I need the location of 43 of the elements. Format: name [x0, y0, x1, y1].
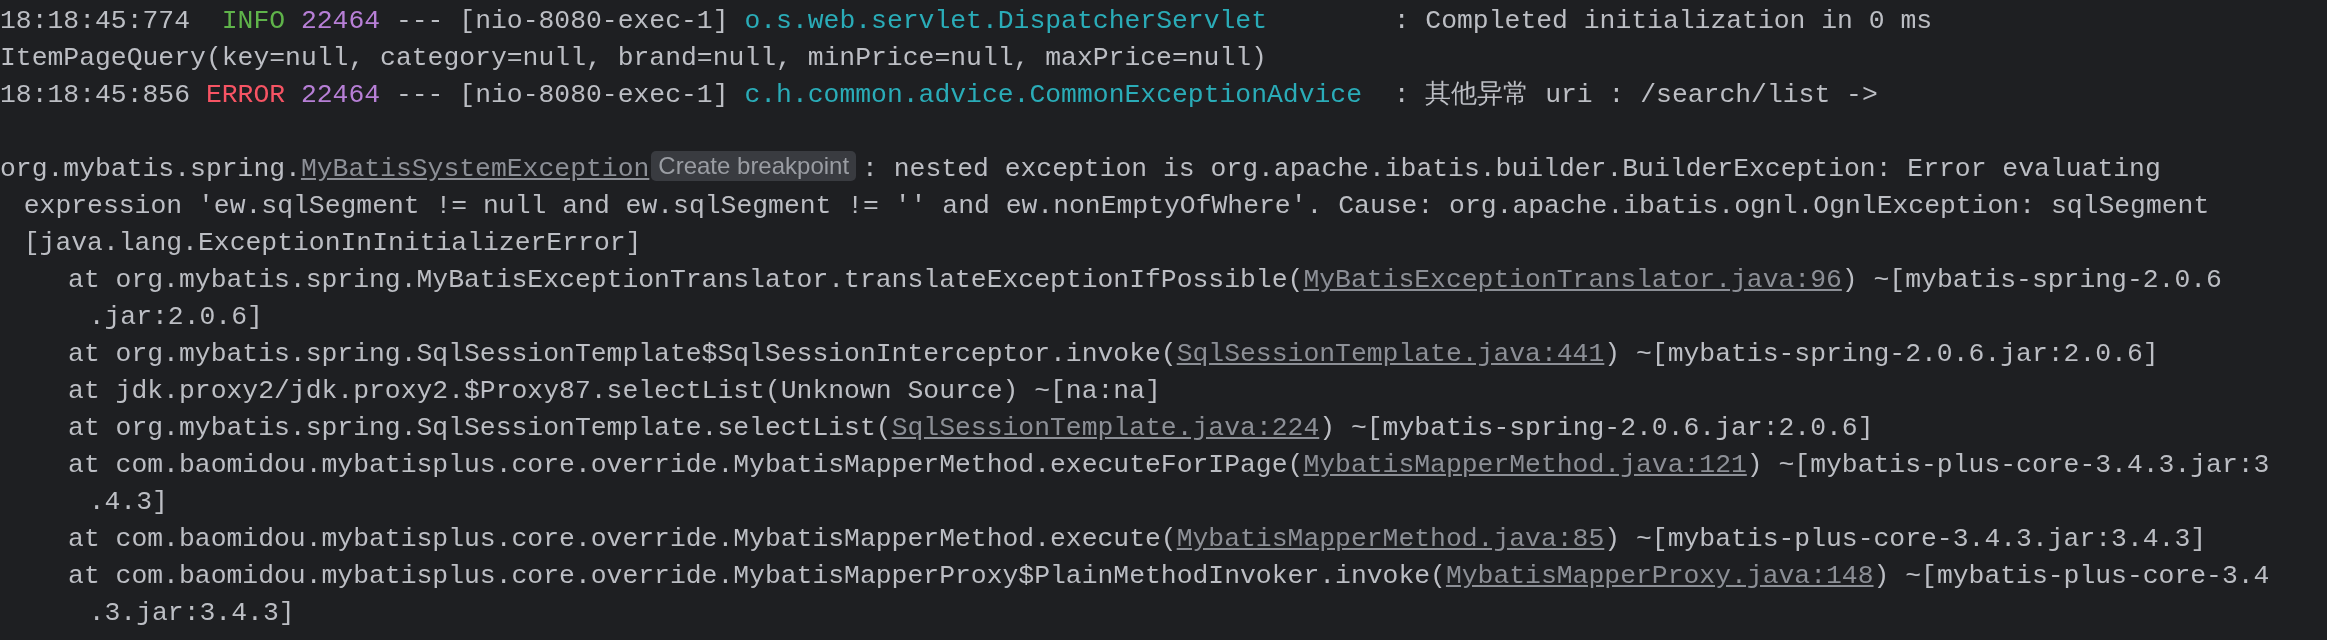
log-text: at com.baomidou.mybatisplus.core.override.MybatisMapperProxy$PlainMethodInvoker.invoke(: [68, 561, 1446, 591]
source-link[interactable]: MyBatisSystemException: [300, 154, 650, 184]
log-text: .jar:2.0.6]: [88, 302, 263, 332]
log-text: ) ~[mybatis-spring-2.0.6.jar:2.0.6]: [1604, 339, 2159, 369]
logger-name: c.h.common.advice.CommonExceptionAdvice: [744, 79, 1364, 112]
thread-name: [nio-8080-exec-1]: [459, 80, 729, 110]
process-id: 22464: [300, 6, 381, 36]
log-level: ERROR: [205, 79, 286, 112]
source-link[interactable]: MybatisMapperProxy.java:148: [1445, 561, 1874, 591]
log-text: at org.mybatis.spring.SqlSessionTemplate$SqlSessionInterceptor.invoke(: [68, 339, 1177, 369]
log-separator: ---: [395, 80, 444, 110]
log-text: ) ~[mybatis-plus-core-3.4: [1873, 561, 2270, 591]
log-text: at com.baomidou.mybatisplus.core.override.MybatisMapperMethod.executeForIPage(: [68, 450, 1304, 480]
log-text: [java.lang.ExceptionInInitializerError]: [23, 228, 642, 258]
source-link[interactable]: MyBatisExceptionTranslator.java:96: [1303, 265, 1842, 295]
log-text: ) ~[mybatis-plus-core-3.4.3.jar:3.4.3]: [1604, 524, 2207, 554]
log-timestamp: 18:18:45:774: [0, 6, 191, 36]
create-breakpoint-button[interactable]: Create breakpoint: [651, 151, 857, 181]
log-text: org.mybatis.spring.: [0, 154, 301, 184]
log-text: ) ~[mybatis-spring-2.0.6: [1841, 265, 2222, 295]
log-timestamp: 18:18:45:856: [0, 80, 191, 110]
log-text: ItemPageQuery(key=null, category=null, brand=null, minPrice=null, maxPrice=null): [0, 43, 1267, 73]
log-text: at com.baomidou.mybatisplus.core.override.MybatisMapperMethod.execute(: [68, 524, 1177, 554]
thread-name: [nio-8080-exec-1]: [459, 6, 729, 36]
log-text: : nested exception is org.apache.ibatis.builder.BuilderException: Error evaluating: [862, 154, 2161, 184]
log-text: ) ~[mybatis-spring-2.0.6.jar:2.0.6]: [1319, 413, 1874, 443]
source-link[interactable]: SqlSessionTemplate.java:224: [891, 413, 1320, 443]
log-text: ) ~[mybatis-plus-core-3.4.3.jar:3: [1746, 450, 2270, 480]
source-link[interactable]: MybatisMapperMethod.java:85: [1176, 524, 1605, 554]
log-text: at org.mybatis.spring.MyBatisExceptionTranslator.translateExceptionIfPossible(: [68, 265, 1304, 295]
logger-name: o.s.web.servlet.DispatcherServlet: [744, 5, 1268, 38]
log-text: at jdk.proxy2/jdk.proxy2.$Proxy87.selectList(Unknown Source) ~[na:na]: [68, 376, 1161, 406]
log-level: INFO: [220, 5, 286, 38]
process-id: 22464: [300, 80, 381, 110]
source-link[interactable]: SqlSessionTemplate.java:441: [1176, 339, 1605, 369]
log-separator: ---: [395, 6, 444, 36]
log-text: .4.3]: [88, 487, 168, 517]
log-text: .3.jar:3.4.3]: [88, 598, 295, 628]
log-message: : Completed initialization in 0 ms: [1393, 6, 1933, 36]
source-link[interactable]: MybatisMapperMethod.java:121: [1303, 450, 1747, 480]
log-text: at org.mybatis.spring.SqlSessionTemplate.selectList(: [68, 413, 892, 443]
log-text: expression 'ew.sqlSegment != null and ew.sqlSegment != '' and ew.nonEmptyOfWhere'. Cause: org.apache.ibatis.ognl.OgnlException: sqlSegment: [23, 191, 2210, 221]
log-message: : 其他异常 uri : /search/list ->: [1393, 80, 1878, 110]
